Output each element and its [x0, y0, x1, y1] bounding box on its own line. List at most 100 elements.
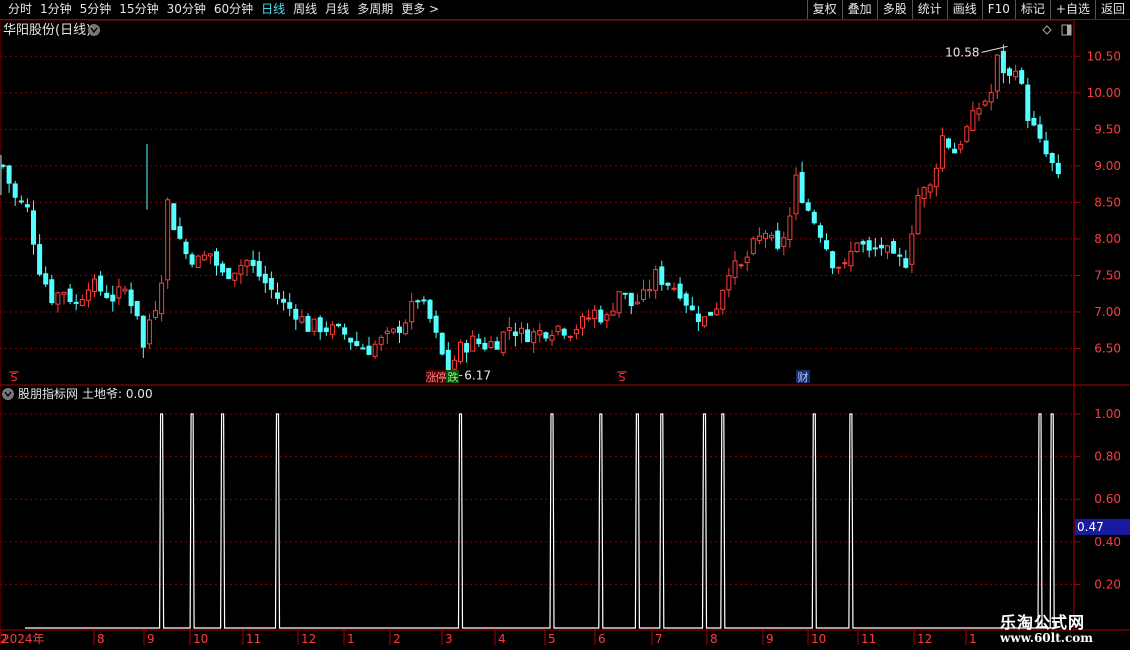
candle-body	[183, 241, 189, 255]
candle-body	[171, 203, 177, 231]
date-axis-label: 4	[498, 632, 506, 646]
candle-body	[805, 202, 811, 211]
candle-body	[567, 335, 573, 338]
price-axis-label: 9.00	[1094, 159, 1121, 173]
candle-body	[73, 301, 79, 304]
candle-body	[61, 291, 67, 295]
candle-body	[665, 282, 671, 286]
date-axis-label: 11	[246, 632, 261, 646]
candle-body	[122, 288, 128, 292]
candle-body	[281, 298, 287, 303]
indicator-line	[25, 413, 1055, 629]
candle-body	[628, 292, 634, 307]
candle-body	[214, 251, 219, 266]
candle-body	[817, 225, 823, 238]
candle-body	[275, 292, 280, 299]
candle-body	[6, 165, 12, 184]
price-axis-label: 7.50	[1094, 268, 1121, 282]
candle-body	[988, 92, 994, 103]
candle-body	[756, 235, 762, 241]
candle-body	[610, 310, 616, 316]
candle-body	[458, 341, 463, 363]
panel-frame	[0, 19, 1075, 631]
candle-body	[0, 164, 6, 167]
candle-body	[415, 300, 421, 303]
candle-body	[360, 347, 366, 350]
indicator-axis-label: 0.60	[1094, 492, 1121, 506]
price-axis-label: 6.50	[1094, 341, 1121, 355]
event-mark-s: S	[11, 371, 18, 384]
indicator-axis-label: 0.80	[1094, 450, 1121, 464]
candle-body	[470, 335, 476, 352]
kline-chart[interactable]: 10.50 10.00 9.50 9.00 8.50 8.00 7.50 7.00 6.50 1.…	[0, 0, 1130, 650]
chevron-bg	[2, 388, 14, 400]
date-axis-label: 10	[193, 632, 208, 646]
candle-body	[616, 291, 622, 314]
candle-body	[891, 241, 897, 254]
candle-body	[592, 309, 598, 320]
price-axis-label: 10.50	[1087, 49, 1121, 63]
price-axis-label: 8.50	[1094, 195, 1121, 209]
candle-body	[683, 293, 689, 306]
candle-body	[982, 100, 988, 106]
candle-body	[714, 308, 720, 316]
candle-body	[92, 278, 97, 293]
indicator-axis-label: 0.20	[1094, 577, 1121, 591]
candle-body	[506, 327, 512, 331]
candle-body	[946, 138, 951, 148]
date-axis-label: 12	[301, 632, 316, 646]
candle-body	[177, 226, 183, 239]
candle-body	[366, 345, 372, 355]
candle-body	[433, 315, 439, 333]
candle-body	[500, 331, 506, 354]
candle-body	[207, 253, 213, 257]
price-axis-label: 10.00	[1087, 86, 1121, 100]
candle-body	[653, 269, 659, 291]
candle-body	[799, 172, 805, 203]
candle-body	[519, 327, 524, 334]
candle-body	[140, 315, 146, 348]
date-axis-label: 12	[917, 632, 932, 646]
candle-body	[43, 273, 49, 285]
candle-body	[1007, 68, 1012, 76]
candle-body	[878, 244, 884, 249]
candle-body	[848, 250, 854, 267]
candle-body	[811, 211, 817, 224]
candle-body	[268, 277, 274, 290]
candle-body	[256, 260, 262, 277]
candle-body	[342, 327, 348, 335]
candle-body	[769, 234, 775, 239]
candle-body	[220, 263, 226, 273]
candle-body	[238, 264, 244, 275]
candle-body	[201, 254, 207, 261]
candle-body	[976, 108, 982, 115]
candle-body	[232, 272, 238, 281]
candle-body	[921, 187, 927, 200]
diamond-icon	[1042, 25, 1052, 35]
candle-body	[299, 316, 305, 323]
candle-body	[927, 184, 933, 193]
candle-body	[641, 289, 646, 301]
candle-body	[824, 240, 829, 250]
candle-body	[732, 260, 738, 278]
candle-body	[958, 144, 964, 150]
candle-body	[512, 331, 518, 337]
candle-body	[787, 215, 793, 241]
candle-body	[994, 54, 1000, 92]
candle-body	[830, 251, 836, 269]
watermark-title: 乐淘公式网	[1000, 613, 1086, 632]
candle-body	[153, 310, 158, 318]
candle-body	[226, 268, 232, 280]
candle-body	[750, 238, 756, 255]
current-value-label: 0.47	[1077, 520, 1104, 534]
candle-body	[915, 195, 921, 235]
candlestick-series	[0, 44, 1061, 383]
event-mark-s2: S	[619, 371, 626, 384]
candle-body	[695, 313, 701, 322]
candle-body	[55, 292, 61, 305]
candle-body	[1037, 124, 1043, 139]
candle-body	[305, 315, 311, 332]
price-axis-label: 7.00	[1094, 305, 1121, 319]
candle-body	[720, 289, 726, 310]
candle-body	[482, 342, 488, 350]
